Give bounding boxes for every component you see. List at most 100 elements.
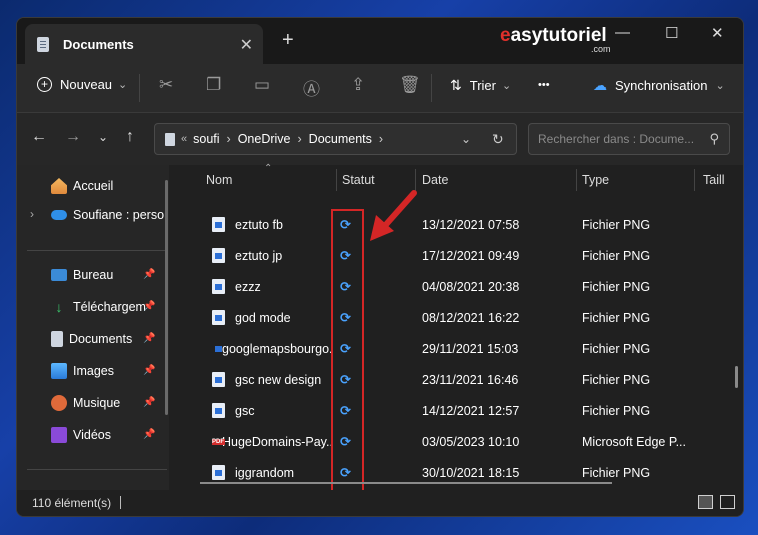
column-header-date[interactable]: Date xyxy=(422,165,448,195)
details-view-icon[interactable] xyxy=(698,495,713,509)
status-divider xyxy=(120,496,121,509)
sidebar-item-label: Images xyxy=(73,364,114,378)
column-header-size[interactable]: Taill xyxy=(703,165,725,195)
pin-icon[interactable]: 📌 xyxy=(143,429,155,440)
column-divider[interactable] xyxy=(415,169,416,191)
file-name-cell[interactable]: gsc new design xyxy=(212,364,332,395)
column-header-type[interactable]: Type xyxy=(582,165,609,195)
sidebar-item-videos[interactable]: Vidéos xyxy=(51,424,111,446)
share-icon[interactable]: ⇪ xyxy=(351,75,365,95)
chevron-down-icon: ⌄ xyxy=(501,80,512,92)
sidebar-item-music[interactable]: Musique xyxy=(51,392,120,414)
minimize-button[interactable]: — xyxy=(615,24,630,41)
file-date: 17/12/2021 09:49 xyxy=(422,248,520,263)
file-name-cell[interactable]: HugeDomains-Pay... xyxy=(212,426,332,457)
sort-button[interactable]: ⇅ Trier ⌄ xyxy=(450,77,511,94)
table-row[interactable]: gsc ⟳ 14/12/2021 12:57 Fichier PNG xyxy=(170,395,730,426)
documents-icon xyxy=(51,331,63,347)
search-icon: ⚲ xyxy=(709,131,719,146)
pin-icon[interactable]: 📌 xyxy=(143,269,155,280)
cloud-sync-icon: ☁ xyxy=(593,77,607,93)
file-name-cell[interactable]: ezzz xyxy=(212,271,332,302)
breadcrumb-soufi[interactable]: soufi xyxy=(193,132,219,146)
tab-documents[interactable]: Documents ✕ xyxy=(25,24,263,64)
music-icon xyxy=(51,395,67,411)
breadcrumb-onedrive[interactable]: OneDrive xyxy=(238,132,291,146)
file-name-cell[interactable]: eztuto jp xyxy=(212,240,332,271)
sort-button-label: Trier xyxy=(469,78,496,93)
sidebar-item-desktop[interactable]: Bureau xyxy=(51,264,113,286)
title-bar: Documents ✕ + easytutoriel .com — ☐ ✕ xyxy=(17,18,743,64)
file-name-cell[interactable]: gsc xyxy=(212,395,332,426)
more-options-button[interactable]: ••• xyxy=(538,79,550,91)
file-name-cell[interactable]: god mode xyxy=(212,302,332,333)
pin-icon[interactable]: 📌 xyxy=(143,365,155,376)
address-dropdown-icon[interactable]: ⌄ xyxy=(461,132,471,146)
pin-icon[interactable]: 📌 xyxy=(143,301,155,312)
pin-icon[interactable]: 📌 xyxy=(143,397,155,408)
horizontal-scrollbar[interactable] xyxy=(200,482,612,484)
file-date: 14/12/2021 12:57 xyxy=(422,403,520,418)
sidebar-item-onedrive[interactable]: Soufiane : perso xyxy=(51,204,164,226)
toolbar-divider xyxy=(139,74,140,102)
breadcrumb-chevron-icon: › xyxy=(226,132,231,146)
sync-button-label: Synchronisation xyxy=(615,78,708,93)
refresh-icon[interactable]: ↻ xyxy=(492,131,504,148)
column-divider[interactable] xyxy=(576,169,577,191)
breadcrumb-chevron-icon: › xyxy=(378,132,384,146)
column-divider[interactable] xyxy=(694,169,695,191)
column-divider[interactable] xyxy=(336,169,337,191)
table-row[interactable]: googlemapsbourgo... ⟳ 29/11/2021 15:03 Fich… xyxy=(170,333,730,364)
table-row[interactable]: ezzz ⟳ 04/08/2021 20:38 Fichier PNG xyxy=(170,271,730,302)
file-name-cell[interactable]: googlemapsbourgo... xyxy=(212,333,332,364)
pin-icon[interactable]: 📌 xyxy=(143,333,155,344)
up-arrow-icon[interactable]: ↑ xyxy=(126,128,134,146)
breadcrumb-overflow[interactable]: « xyxy=(181,133,187,145)
table-row[interactable]: HugeDomains-Pay... ⟳ 03/05/2023 10:10 Micro… xyxy=(170,426,730,457)
tab-label: Documents xyxy=(63,36,134,52)
tiles-view-icon[interactable] xyxy=(720,495,735,509)
cut-icon[interactable]: ✂ xyxy=(159,75,173,95)
sidebar-item-images[interactable]: Images xyxy=(51,360,114,382)
sidebar-item-downloads[interactable]: ↓ Téléchargem xyxy=(51,296,146,318)
new-tab-button[interactable]: + xyxy=(282,29,294,52)
sidebar-divider xyxy=(27,469,167,470)
table-row[interactable]: eztuto jp ⟳ 17/12/2021 09:49 Fichier PNG xyxy=(170,240,730,271)
table-row[interactable]: gsc new design ⟳ 23/11/2021 16:46 Fichier P… xyxy=(170,364,730,395)
close-button[interactable]: ✕ xyxy=(711,24,724,42)
file-name-cell[interactable]: eztuto fb xyxy=(212,209,332,240)
maximize-button[interactable]: ☐ xyxy=(665,24,678,42)
sidebar-scrollbar[interactable] xyxy=(165,180,168,415)
breadcrumb-documents[interactable]: Documents xyxy=(309,132,372,146)
vertical-scrollbar[interactable] xyxy=(735,366,738,388)
address-bar[interactable]: « soufi › OneDrive › Documents › ⌄ ↻ xyxy=(154,123,517,155)
chevron-down-icon: ⌄ xyxy=(118,79,128,91)
file-type: Fichier PNG xyxy=(582,403,651,418)
forward-arrow-icon[interactable]: → xyxy=(65,128,81,146)
file-name: iggrandom xyxy=(235,465,295,480)
column-header-name[interactable]: Nom xyxy=(206,165,232,195)
search-input[interactable]: Rechercher dans : Docume... ⚲ xyxy=(528,123,730,155)
documents-icon xyxy=(37,36,49,52)
table-row[interactable]: eztuto fb ⟳ 13/12/2021 07:58 Fichier PNG xyxy=(170,209,730,240)
rename-icon[interactable]: Ⓐ xyxy=(303,75,320,100)
new-button[interactable]: + Nouveau ⌄ xyxy=(37,77,127,92)
sidebar-item-home[interactable]: Accueil xyxy=(51,175,113,197)
copy-icon[interactable]: ❐ xyxy=(206,75,221,95)
red-arrow-annotation xyxy=(370,190,417,241)
table-row[interactable]: god mode ⟳ 08/12/2021 16:22 Fichier PNG xyxy=(170,302,730,333)
sidebar-item-documents[interactable]: Documents xyxy=(51,328,132,350)
recent-locations-chevron-icon[interactable]: ⌄ xyxy=(98,130,108,144)
back-arrow-icon[interactable]: ← xyxy=(31,128,47,146)
chevron-down-icon: ⌄ xyxy=(715,80,725,92)
file-type: Fichier PNG xyxy=(582,279,651,294)
sync-button[interactable]: ☁ Synchronisation ⌄ xyxy=(593,77,725,94)
file-name: eztuto jp xyxy=(235,248,283,263)
sidebar-item-label: Musique xyxy=(73,396,121,410)
delete-icon[interactable]: 🗑 xyxy=(399,75,421,95)
brand-logo-name: asytutoriel xyxy=(510,25,607,46)
expand-chevron-icon[interactable]: › xyxy=(30,207,34,221)
paste-icon[interactable]: ▭ xyxy=(254,75,270,95)
sidebar-item-label: Accueil xyxy=(73,179,114,193)
tab-close-icon[interactable]: ✕ xyxy=(240,35,253,55)
